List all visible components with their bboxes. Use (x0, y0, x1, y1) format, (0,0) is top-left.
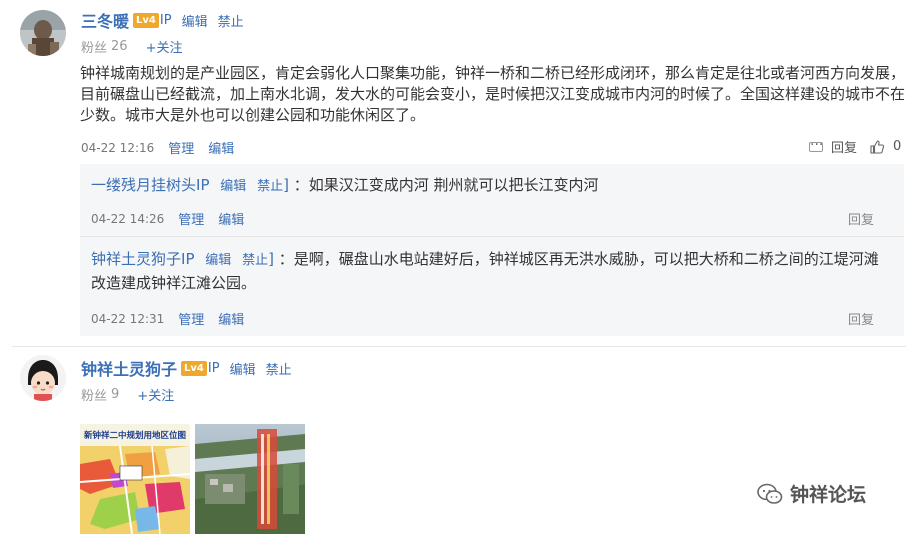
sub-reply-ip: IP (181, 250, 195, 268)
sub-reply-text-line: 一缕残月挂树头IP 编辑 禁止] ：如果汉江变成内河 荆州就可以把长江变内河 (91, 174, 881, 198)
sub-reply-time: 04-22 12:31 (91, 311, 165, 326)
ip-label: IP (159, 12, 172, 28)
sub-reply-user[interactable]: 一缕残月挂树头 (91, 176, 196, 194)
fans-row: 粉丝 26 +关注 (81, 37, 182, 56)
watermark-text: 钟祥论坛 (790, 484, 867, 506)
sub-reply-text-line: 钟祥土灵狗子IP 编辑 禁止] ：是啊，碾盘山水电站建好后，钟祥城区再无洪水威胁… (91, 248, 881, 294)
sub-reply-edit[interactable]: 编辑 (220, 179, 246, 194)
level-badge: Lv4 IP (181, 360, 220, 376)
sub-reply-edit[interactable]: 编辑 (205, 253, 231, 268)
ban-user-link[interactable]: 禁止 (266, 359, 292, 378)
sub-reply-1: 一缕残月挂树头IP 编辑 禁止] ：如果汉江变成内河 荆州就可以把长江变内河 0… (80, 164, 904, 236)
sub-reply-2: 钟祥土灵狗子IP 编辑 禁止] ：是啊，碾盘山水电站建好后，钟祥城区再无洪水威胁… (80, 237, 904, 336)
sub-reply-text: ：如果汉江变成内河 荆州就可以把长江变内河 (293, 176, 599, 194)
sub-reply-edit-link[interactable]: 编辑 (218, 309, 244, 328)
image-thumbnail-map[interactable]: 新钟祥二中规划用地区位图 (80, 424, 190, 534)
follow-button[interactable]: +关注 (137, 385, 174, 404)
avatar[interactable] (20, 355, 66, 401)
edit-user-link[interactable]: 编辑 (182, 11, 208, 30)
like-icon[interactable] (869, 139, 885, 155)
post-meta: 04-22 12:16 管理 编辑 (81, 138, 234, 158)
fans-label: 粉丝 (81, 389, 108, 404)
sub-reply-button[interactable]: 回复 (848, 309, 874, 328)
ban-user-link[interactable]: 禁止 (218, 11, 244, 30)
user-header: 三冬暖 Lv4 IP 编辑 禁止 (81, 8, 244, 32)
fans-row: 粉丝 9 +关注 (81, 385, 174, 404)
sub-reply-ip: IP (196, 176, 210, 194)
sub-reply-user[interactable]: 钟祥土灵狗子 (91, 250, 181, 268)
fans-count: 26 (111, 39, 128, 54)
comment-post-1: 三冬暖 Lv4 IP 编辑 禁止 粉丝 26 +关注 钟祥城南规划的是产业园区，… (0, 0, 914, 340)
ip-label: IP (207, 360, 220, 376)
level-label: Lv4 (181, 360, 207, 376)
edit-user-link[interactable]: 编辑 (230, 359, 256, 378)
post-content: 钟祥城南规划的是产业园区，肯定会弱化人口聚集功能，钟祥一桥和二桥已经形成闭环，那… (80, 64, 906, 124)
image-thumbnail-aerial[interactable] (195, 424, 305, 534)
more-icon[interactable]: ··· (809, 138, 823, 152)
username[interactable]: 三冬暖 (81, 8, 129, 32)
wechat-icon (757, 483, 783, 504)
sub-reply-button[interactable]: 回复 (848, 209, 874, 228)
post-divider (12, 346, 906, 347)
username[interactable]: 钟祥土灵狗子 (81, 356, 177, 380)
sub-replies: 一缕残月挂树头IP 编辑 禁止] ：如果汉江变成内河 荆州就可以把长江变内河 0… (80, 164, 904, 336)
sub-reply-meta: 04-22 12:31 管理 编辑 (91, 309, 244, 329)
sub-reply-manage[interactable]: 管理 (178, 209, 204, 228)
sub-reply-meta: 04-22 14:26 管理 编辑 (91, 209, 244, 229)
level-badge: Lv4 IP (133, 12, 172, 28)
sub-reply-ban[interactable]: 禁止 (257, 179, 283, 194)
user-header: 钟祥土灵狗子 Lv4 IP 编辑 禁止 (81, 356, 292, 380)
edit-link[interactable]: 编辑 (208, 138, 234, 157)
watermark: 钟祥论坛 (756, 480, 866, 507)
sub-reply-time: 04-22 14:26 (91, 211, 165, 226)
fans-count: 9 (111, 387, 120, 402)
sub-reply-ban[interactable]: 禁止 (242, 253, 268, 268)
fans-label: 粉丝 (81, 41, 108, 56)
post-time: 04-22 12:16 (81, 140, 155, 155)
level-label: Lv4 (133, 12, 159, 28)
manage-link[interactable]: 管理 (168, 138, 194, 157)
sub-reply-manage[interactable]: 管理 (178, 309, 204, 328)
reply-button[interactable]: 回复 (831, 137, 857, 156)
sub-reply-edit-link[interactable]: 编辑 (218, 209, 244, 228)
sub-bracket-close: ] (268, 250, 274, 268)
follow-button[interactable]: +关注 (146, 37, 183, 56)
like-count: 0 (893, 139, 902, 154)
avatar[interactable] (20, 10, 66, 56)
thumbnail-title: 新钟祥二中规划用地区位图 (84, 430, 186, 441)
sub-bracket-close: ] (283, 176, 289, 194)
post-actions: ··· 回复 0 (809, 137, 901, 156)
